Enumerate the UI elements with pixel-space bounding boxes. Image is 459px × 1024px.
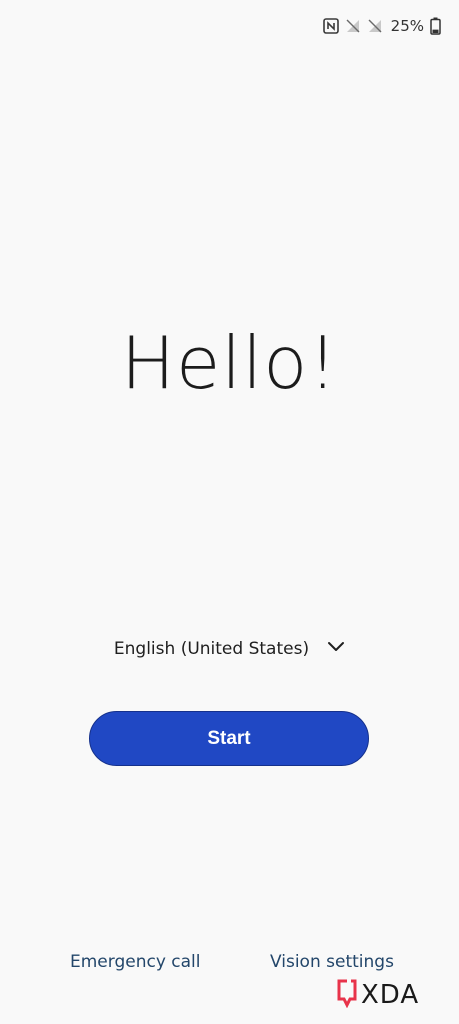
emergency-call-link[interactable]: Emergency call	[70, 952, 201, 972]
nfc-icon	[322, 18, 339, 34]
sim-2-no-signal-icon	[367, 18, 383, 34]
watermark-text: XDA	[361, 980, 420, 1010]
battery-icon	[430, 17, 441, 35]
status-bar: 25%	[322, 14, 441, 38]
chevron-down-icon	[327, 640, 345, 658]
language-selected-value: English (United States)	[113, 639, 310, 659]
start-button[interactable]: Start	[89, 711, 369, 766]
xda-bracket-logo-icon	[335, 978, 359, 1013]
battery-percent: 25%	[390, 17, 424, 35]
welcome-title: Hello!	[120, 321, 339, 405]
xda-watermark: XDA	[335, 978, 419, 1012]
sim-1-no-signal-icon	[345, 18, 361, 34]
vision-settings-link[interactable]: Vision settings	[270, 952, 394, 972]
language-dropdown[interactable]: English (United States)	[0, 630, 459, 668]
